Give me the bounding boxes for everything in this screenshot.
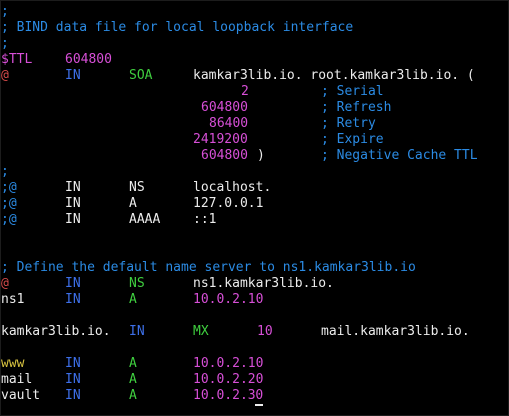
line-token: IN	[65, 292, 81, 307]
buffer-line: 604800) ; Negative Cache TTL	[1, 148, 509, 164]
terminal-window[interactable]: ;; BIND data file for local loopback int…	[0, 0, 509, 416]
vim-editor-buffer[interactable]: ;; BIND data file for local loopback int…	[1, 4, 509, 406]
buffer-line	[1, 228, 509, 244]
line-token: IN	[65, 276, 81, 291]
line-token: 2419200	[193, 132, 248, 147]
line-token: ; Define the default name server to ns1.…	[1, 260, 416, 275]
buffer-line	[1, 244, 509, 260]
line-token: AAAA	[129, 212, 161, 227]
line-token: ; Retry	[321, 116, 376, 131]
line-token: A	[129, 356, 137, 371]
line-token: @	[1, 276, 9, 291]
line-token: IN	[65, 180, 81, 195]
line-token: ;@	[1, 212, 17, 227]
line-token: ; Expire	[321, 132, 384, 147]
buffer-line: vault IN A 10.0.2.3 0	[1, 388, 509, 406]
buffer-line: mail IN A 10.0.2.20	[1, 372, 509, 388]
buffer-line: 86400 ; Retry	[1, 116, 509, 132]
buffer-line: @ IN SOA kamkar3lib.io. root.kamkar3lib.io.…	[1, 68, 509, 84]
line-token: ;	[1, 36, 9, 51]
text-cursor: 0	[255, 388, 264, 406]
line-token: vault	[1, 388, 41, 403]
line-token: )	[257, 148, 265, 163]
buffer-line	[1, 308, 509, 324]
buffer-line: kamkar3lib.io. IN MX 10 mail.kamkar3lib.io.	[1, 324, 509, 340]
buffer-line: ;@ IN A 127.0.0.1	[1, 196, 509, 212]
line-token: $TTL	[1, 52, 33, 67]
buffer-line: ;	[1, 4, 509, 20]
buffer-line: $TTL 604800	[1, 52, 509, 68]
line-token: 604800	[201, 148, 248, 163]
line-token: 127.0.0.1	[193, 196, 264, 211]
buffer-line: 2419200 ; Expire	[1, 132, 509, 148]
line-token: 10.0.2.10	[193, 292, 264, 307]
line-token: ;	[1, 164, 9, 179]
buffer-line: ; BIND data file for local loopback inte…	[1, 20, 509, 36]
line-token: IN	[65, 388, 81, 403]
buffer-line: ;	[1, 164, 509, 180]
buffer-line: www IN A 10.0.2.10	[1, 356, 509, 372]
line-token: ; Refresh	[321, 100, 392, 115]
line-token: kamkar3lib.io.	[1, 324, 111, 339]
buffer-line: 2 ; Serial	[1, 84, 509, 100]
line-token: 2	[241, 84, 249, 99]
line-token: 604800	[65, 52, 112, 67]
line-token: MX	[193, 324, 209, 339]
line-token: ;@	[1, 196, 17, 211]
buffer-line: ;@ IN NS localhost.	[1, 180, 509, 196]
line-token: ::1	[193, 212, 217, 227]
line-token: 604800	[201, 100, 248, 115]
buffer-line: ns1 IN A 10.0.2.10	[1, 292, 509, 308]
buffer-line: 604800 ; Refresh	[1, 100, 509, 116]
line-token: IN	[65, 196, 81, 211]
buffer-line: ; Define the default name server to ns1.…	[1, 260, 509, 276]
line-token: localhost.	[193, 180, 272, 195]
line-token: @	[1, 68, 9, 83]
line-token: A	[129, 196, 137, 211]
buffer-line	[1, 340, 509, 356]
line-token: mail	[1, 372, 33, 387]
line-token: ;	[1, 4, 9, 19]
line-token: ; BIND data file for local loopback inte…	[1, 20, 354, 35]
line-token: IN	[65, 68, 81, 83]
line-token: 10.0.2.3	[193, 388, 256, 403]
line-token: NS	[129, 276, 145, 291]
line-token: IN	[65, 356, 81, 371]
buffer-line: ;	[1, 36, 509, 52]
line-token: 86400	[209, 116, 249, 131]
line-token: A	[129, 292, 137, 307]
line-token: IN	[65, 212, 81, 227]
line-token: NS	[129, 180, 145, 195]
buffer-line: ;@ IN AAAA::1	[1, 212, 509, 228]
line-token: ; Serial	[321, 84, 384, 99]
line-token: kamkar3lib.io. root.kamkar3lib.io. (	[193, 68, 475, 83]
line-token: 10.0.2.20	[193, 372, 264, 387]
line-token: ns1.kamkar3lib.io.	[193, 276, 334, 291]
line-token: ;@	[1, 180, 17, 195]
line-token: A	[129, 372, 137, 387]
line-token: ns1	[1, 292, 25, 307]
line-token: ; Negative Cache TTL	[321, 148, 478, 163]
line-token: 10.0.2.10	[193, 356, 264, 371]
buffer-line: @ IN NS ns1.kamkar3lib.io.	[1, 276, 509, 292]
line-token: A	[129, 388, 137, 403]
line-token: mail.kamkar3lib.io.	[321, 324, 470, 339]
line-token: SOA	[129, 68, 153, 83]
line-token: 10	[257, 324, 273, 339]
line-token: www	[1, 356, 25, 371]
line-token: IN	[129, 324, 145, 339]
line-token: IN	[65, 372, 81, 387]
